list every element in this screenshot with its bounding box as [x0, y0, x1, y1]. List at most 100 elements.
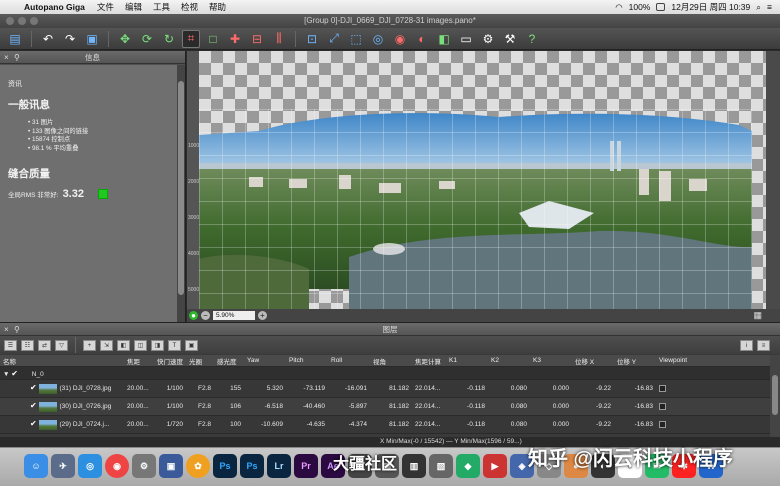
undo-icon[interactable]: ↶: [39, 30, 57, 48]
lightroom-icon[interactable]: Lr: [267, 454, 291, 478]
list-icon[interactable]: ≡: [757, 339, 770, 351]
column-header[interactable]: 名称: [0, 356, 124, 366]
column-header[interactable]: 光圈: [186, 356, 214, 366]
launchpad-icon[interactable]: ✈: [51, 454, 75, 478]
checkmark-icon[interactable]: ✔: [11, 369, 18, 378]
column-header[interactable]: 感光度: [214, 356, 244, 366]
horizon-icon[interactable]: ⊟: [248, 30, 266, 48]
control-points-icon[interactable]: ⊡: [303, 30, 321, 48]
redo-icon[interactable]: ↷: [61, 30, 79, 48]
grid-view-icon[interactable]: ▦: [753, 310, 762, 321]
center-icon[interactable]: ✚: [226, 30, 244, 48]
target-icon[interactable]: ◎: [369, 30, 387, 48]
viewpoint-checkbox[interactable]: [659, 420, 666, 428]
checkmark-icon[interactable]: ✔: [30, 401, 37, 410]
photoshop-alt-icon[interactable]: Ps: [240, 454, 264, 478]
color-icon[interactable]: ◐: [413, 30, 431, 48]
window-zoom-button[interactable]: [30, 17, 38, 25]
column-header[interactable]: 焦距计算: [412, 356, 446, 366]
pin-icon[interactable]: ⚲: [14, 323, 20, 336]
photos-icon[interactable]: ✿: [186, 454, 210, 478]
menu-view[interactable]: 检视: [181, 1, 198, 13]
column-header[interactable]: Roll: [328, 357, 370, 364]
wrench-icon[interactable]: ⚒: [501, 30, 519, 48]
scroll-thumb[interactable]: [772, 375, 778, 415]
rotate-icon[interactable]: ⟳: [138, 30, 156, 48]
column-header[interactable]: 视角: [370, 356, 412, 366]
pin-icon[interactable]: ⚲: [14, 51, 20, 64]
checkmark-icon[interactable]: ✔: [30, 383, 37, 392]
viewpoint-checkbox[interactable]: [659, 384, 666, 392]
close-icon[interactable]: ×: [4, 51, 9, 64]
preview-icon[interactable]: ●: [189, 311, 198, 320]
select-all-icon[interactable]: ☰: [4, 339, 17, 351]
close-icon[interactable]: ×: [4, 323, 9, 336]
table-row[interactable]: ✔ (30) DJI_0726.jpg 20.00... 1/100 F2.8 …: [0, 398, 770, 416]
image-icon[interactable]: ▣: [83, 30, 101, 48]
image-icon[interactable]: ▣: [185, 339, 198, 351]
preview-icon[interactable]: ▣: [159, 454, 183, 478]
gear-icon[interactable]: ⚙: [479, 30, 497, 48]
align-right-icon[interactable]: ◨: [151, 339, 164, 351]
app-icon[interactable]: ▧: [429, 454, 453, 478]
frame-icon[interactable]: □: [204, 30, 222, 48]
menu-edit[interactable]: 编辑: [125, 1, 142, 13]
viewer-scrollbar[interactable]: [766, 51, 780, 309]
zoom-out-button[interactable]: −: [201, 311, 210, 320]
auto-icon[interactable]: ◉: [391, 30, 409, 48]
column-header[interactable]: 位移 X: [572, 356, 614, 366]
column-header[interactable]: 快门速度: [154, 356, 186, 366]
select-icon[interactable]: ⬚: [347, 30, 365, 48]
column-header[interactable]: K1: [446, 357, 488, 364]
wifi-icon[interactable]: ◠: [615, 2, 622, 13]
window-close-button[interactable]: [6, 17, 14, 25]
app-icon[interactable]: ◆: [456, 454, 480, 478]
premiere-icon[interactable]: Pr: [294, 454, 318, 478]
app-name[interactable]: Autopano Giga: [24, 2, 85, 12]
app-icon[interactable]: ▥: [402, 454, 426, 478]
scroll-thumb[interactable]: [178, 81, 184, 295]
crop-icon[interactable]: ⌗: [182, 29, 200, 48]
column-header[interactable]: Viewpoint: [656, 357, 706, 364]
help-icon[interactable]: ?: [523, 30, 541, 48]
clock[interactable]: 12月29日 周四 10:39: [671, 1, 750, 13]
photoshop-icon[interactable]: Ps: [213, 454, 237, 478]
fit-icon[interactable]: ⤢: [325, 30, 343, 48]
column-header[interactable]: K3: [530, 357, 572, 364]
window-minimize-button[interactable]: [18, 17, 26, 25]
column-header[interactable]: 焦距: [124, 356, 154, 366]
menu-help[interactable]: 帮助: [209, 1, 226, 13]
add-group-icon[interactable]: +: [83, 339, 96, 351]
layers-icon[interactable]: ◧: [435, 30, 453, 48]
panorama-viewer[interactable]: 1000 2000 3000 4000 5000 ● − 5.90% + ▦: [187, 51, 780, 322]
app-icon[interactable]: ▶: [483, 454, 507, 478]
column-header[interactable]: 位移 Y: [614, 356, 656, 366]
text-icon[interactable]: T: [168, 339, 181, 351]
table-scrollbar[interactable]: [770, 355, 780, 437]
move-group-icon[interactable]: ⇲: [100, 339, 113, 351]
column-header[interactable]: Pitch: [286, 357, 328, 364]
rotate-3d-icon[interactable]: ↻: [160, 30, 178, 48]
menu-tools[interactable]: 工具: [153, 1, 170, 13]
info-scrollbar[interactable]: [177, 65, 185, 322]
zoom-level[interactable]: 5.90%: [213, 311, 255, 320]
column-header[interactable]: Yaw: [244, 357, 286, 364]
select-none-icon[interactable]: ☷: [21, 339, 34, 351]
filter-icon[interactable]: ▽: [55, 339, 68, 351]
render-icon[interactable]: ▭: [457, 30, 475, 48]
align-left-icon[interactable]: ◧: [117, 339, 130, 351]
move-icon[interactable]: ✥: [116, 30, 134, 48]
disclosure-triangle-icon[interactable]: ▼: [3, 371, 9, 378]
info-icon[interactable]: i: [740, 339, 753, 351]
safari-icon[interactable]: ◎: [78, 454, 102, 478]
search-icon[interactable]: ⌕: [756, 2, 761, 13]
invert-selection-icon[interactable]: ⇄: [38, 339, 51, 351]
table-row[interactable]: ✔ (31) DJI_0728.jpg 20.00... 1/100 F2.8 …: [0, 380, 770, 398]
finder-icon[interactable]: ☺: [24, 454, 48, 478]
battery-icon[interactable]: [656, 3, 666, 11]
menu-file[interactable]: 文件: [97, 1, 114, 13]
checkmark-icon[interactable]: ✔: [30, 419, 37, 428]
viewpoint-checkbox[interactable]: [659, 402, 666, 410]
table-row[interactable]: ✔ (29) DJI_0724.j... 20.00... 1/720 F2.8…: [0, 416, 770, 434]
chrome-icon[interactable]: ◉: [105, 454, 129, 478]
